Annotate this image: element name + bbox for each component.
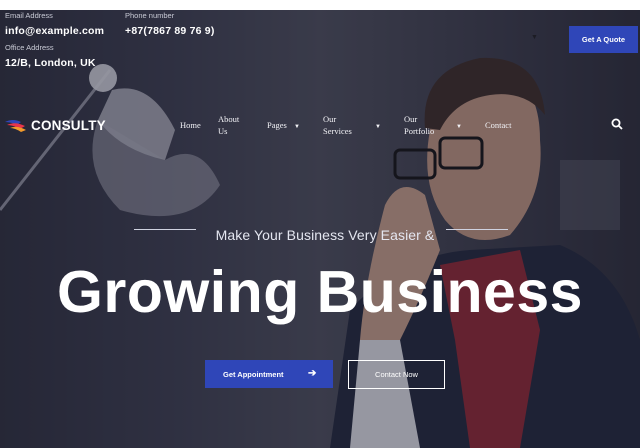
phone-label: Phone number: [125, 11, 175, 20]
get-appointment-label: Get Appointment: [223, 370, 284, 379]
email-value[interactable]: info@example.com: [5, 25, 104, 37]
search-icon[interactable]: [611, 118, 623, 130]
nav-pages-label: Pages: [267, 120, 287, 130]
hero-subtitle: Make Your Business Very Easier &: [215, 227, 435, 243]
email-block: Email Address info@example.com: [5, 11, 104, 37]
nav-contact[interactable]: Contact: [485, 119, 511, 131]
logo-text: CONSULTY: [31, 118, 106, 133]
chevron-down-icon: ▼: [375, 124, 381, 130]
nav-pages[interactable]: Pages ▼: [267, 119, 300, 131]
get-quote-button[interactable]: Get A Quote: [569, 26, 638, 53]
arrow-right-icon: ➔: [308, 368, 317, 379]
office-label: Office Address: [5, 43, 54, 52]
nav-our-services[interactable]: Our Services ▼: [323, 113, 381, 137]
subtitle-line-left: [134, 229, 196, 230]
hero-headline: Growing Business: [57, 259, 583, 325]
logo-icon: [5, 119, 26, 132]
email-label: Email Address: [5, 11, 53, 20]
subtitle-line-right: [446, 229, 508, 230]
chevron-down-icon: ▼: [456, 124, 462, 130]
nav-home[interactable]: Home: [180, 119, 201, 131]
get-appointment-button[interactable]: Get Appointment ➔: [205, 360, 333, 388]
nav-our-portfolio[interactable]: Our Portfolio ▼: [404, 113, 462, 137]
chevron-down-icon[interactable]: ▼: [531, 34, 538, 41]
logo[interactable]: CONSULTY: [5, 118, 106, 133]
nav-portfolio-label: Our Portfolio: [404, 114, 435, 136]
office-block: Office Address 12/B, London, UK: [5, 43, 96, 69]
phone-value[interactable]: +87(7867 89 76 9): [125, 25, 215, 37]
contact-now-button[interactable]: Contact Now: [348, 360, 445, 389]
office-value: 12/B, London, UK: [5, 57, 96, 69]
chevron-down-icon: ▼: [294, 124, 300, 130]
nav-services-label: Our Services: [323, 114, 352, 136]
nav-about-us[interactable]: About Us: [218, 113, 246, 137]
phone-block: Phone number +87(7867 89 76 9): [125, 11, 215, 37]
